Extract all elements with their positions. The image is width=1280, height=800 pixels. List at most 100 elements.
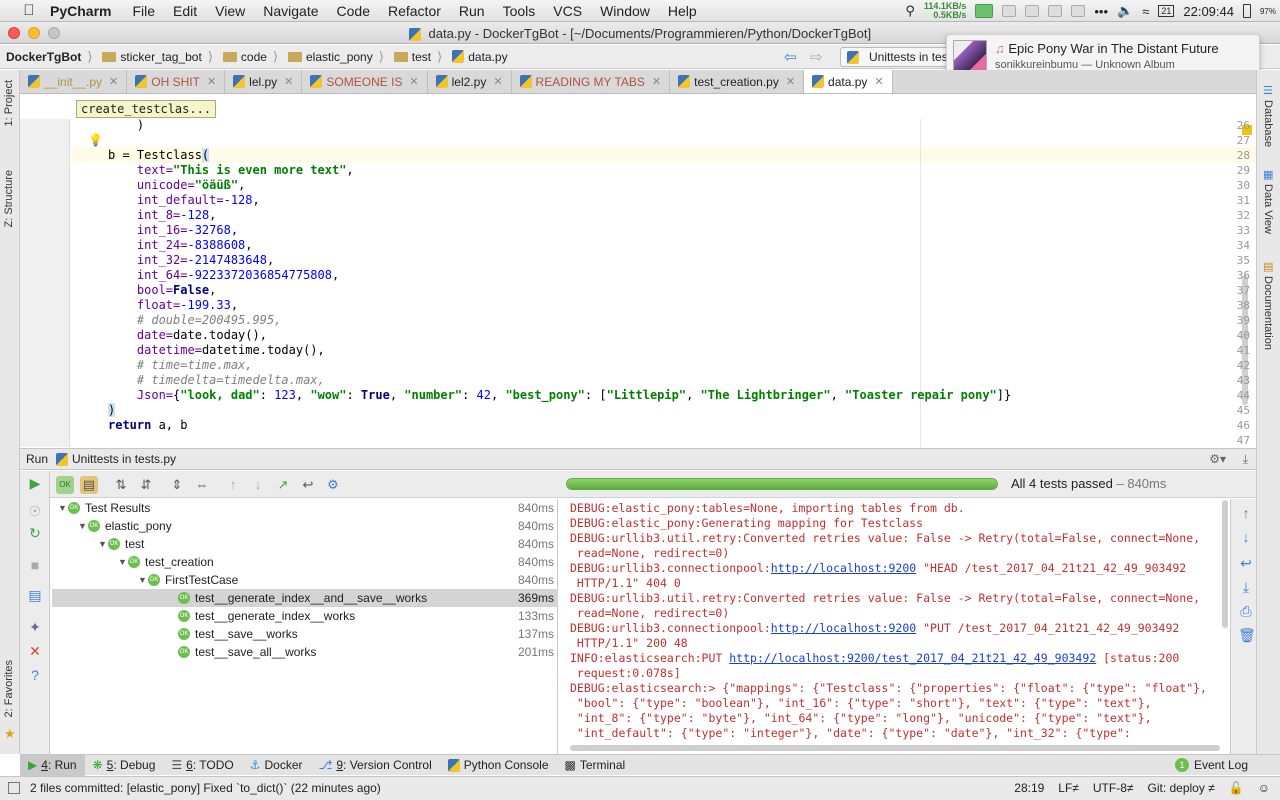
code-breadcrumb-tooltip[interactable]: create_testclas... — [76, 100, 217, 118]
tree-row[interactable]: ▼ OK test_creation 840ms — [52, 553, 558, 571]
tree-row[interactable]: OK test__save__works 137ms — [52, 625, 558, 643]
menu-run[interactable]: Run — [459, 3, 485, 19]
console-horizontal-scrollbar[interactable] — [570, 745, 1220, 751]
apple-icon[interactable]:  — [18, 2, 40, 19]
scroll-to-end-icon[interactable]: ⤓ — [1238, 579, 1254, 595]
clock[interactable]: 22:09:44 — [1183, 4, 1234, 19]
hide-panel-icon[interactable]: ⤓ — [1243, 452, 1248, 467]
tree-row[interactable]: ▼ OK elastic_pony 840ms — [52, 517, 558, 535]
scroll-up-icon[interactable]: ↑ — [1238, 505, 1254, 521]
close-icon[interactable]: ✕ — [786, 75, 795, 88]
spotlight-icon[interactable]: ⚲ — [905, 3, 915, 19]
tab-oh-shit[interactable]: OH SHIT ✕ — [127, 70, 226, 93]
tree-row[interactable]: ▼ OK FirstTestCase 840ms — [52, 571, 558, 589]
sort-alpha-icon[interactable]: ⇅ — [112, 476, 130, 494]
back-arrow-icon[interactable]: ⇦ — [784, 48, 797, 66]
pin-icon[interactable]: ✦ — [27, 619, 43, 635]
git-branch[interactable]: Git: deploy ≠ — [1147, 781, 1214, 795]
show-passed-icon[interactable]: OK — [56, 476, 74, 494]
calendar-icon[interactable]: 21 — [1158, 5, 1175, 17]
close-icon[interactable]: ✕ — [207, 75, 216, 88]
print-icon[interactable]: ⎙ — [1238, 603, 1254, 619]
tab-lel[interactable]: lel.py ✕ — [225, 70, 303, 93]
menu-window[interactable]: Window — [600, 3, 650, 19]
menu-extra-icon[interactable] — [1048, 5, 1063, 17]
menu-tools[interactable]: Tools — [503, 3, 536, 19]
forward-arrow-icon[interactable]: ⇨ — [810, 48, 823, 66]
menu-extra-icon[interactable] — [1025, 5, 1040, 17]
close-icon[interactable]: ✕ — [652, 75, 661, 88]
tree-row[interactable]: ▼ OK Test Results 840ms — [52, 499, 558, 517]
settings-icon[interactable]: ⚙ — [324, 476, 342, 494]
app-menu[interactable]: PyCharm — [50, 3, 111, 19]
tree-row[interactable]: OK test__save_all__works 201ms — [52, 643, 558, 661]
cpu-monitor-icon[interactable] — [975, 4, 994, 18]
tool-data-view[interactable]: Data View — [1262, 184, 1274, 234]
crumb-project[interactable]: DockerTgBot ⟩ — [0, 49, 96, 65]
collapse-all-icon[interactable]: ⇔ — [193, 476, 211, 494]
stop-icon[interactable]: ■ — [27, 557, 43, 573]
tab-lel2[interactable]: lel2.py ✕ — [428, 70, 512, 93]
clear-icon[interactable]: 🗑 — [1238, 627, 1256, 643]
tooltab-version-control[interactable]: ⎇ 9: Version Control — [311, 755, 440, 776]
tooltab-docker[interactable]: ⚓ Docker — [242, 755, 311, 776]
tab-data[interactable]: data.py ✕ — [804, 70, 893, 93]
toggle-tool-windows-icon[interactable] — [8, 782, 20, 794]
tool-documentation[interactable]: Documentation — [1262, 276, 1274, 350]
line-separator[interactable]: LF≠ — [1058, 781, 1079, 795]
status-message[interactable]: 2 files committed: [elastic_pony] Fixed … — [30, 781, 381, 795]
tooltab-todo[interactable]: ☰ 6: TODO — [163, 755, 241, 776]
close-icon[interactable]: ✕ — [874, 75, 883, 88]
close-run-icon[interactable]: ✕ — [27, 643, 43, 659]
toggle-auto-test-icon[interactable]: ↻ — [27, 525, 43, 541]
console-link[interactable]: http://localhost:9200/test_2017_04_21t21… — [729, 651, 1096, 665]
crumb-folder[interactable]: elastic_pony ⟩ — [282, 49, 388, 65]
tooltab-event-log[interactable]: 1 Event Log — [1167, 755, 1256, 776]
tooltab-python-console[interactable]: Python Console — [440, 755, 557, 776]
console-output[interactable]: DEBUG:elastic_pony:tables=None, importin… — [560, 499, 1228, 754]
tool-favorites[interactable]: 2: Favorites — [3, 660, 15, 717]
next-failed-icon[interactable]: ↓ — [249, 476, 267, 494]
help-icon[interactable]: ? — [27, 667, 43, 683]
expand-all-icon[interactable]: ⇕ — [168, 476, 186, 494]
export-icon[interactable]: ↗ — [274, 476, 292, 494]
crumb-folder[interactable]: sticker_tag_bot ⟩ — [96, 49, 216, 65]
code-editor[interactable]: 💡 26 27 28 29 30 31 32 33 34 35 36 37 38… — [20, 95, 1256, 447]
tool-project[interactable]: 1: Project — [3, 80, 15, 126]
more-icon[interactable]: ••• — [1094, 4, 1108, 19]
scroll-down-icon[interactable]: ↓ — [1238, 529, 1254, 545]
menu-vcs[interactable]: VCS — [553, 3, 582, 19]
close-icon[interactable]: ✕ — [109, 75, 118, 88]
tool-structure[interactable]: Z: Structure — [3, 170, 15, 227]
console-vertical-scrollbar[interactable] — [1222, 500, 1228, 628]
crumb-folder[interactable]: test ⟩ — [388, 49, 446, 65]
rerun-icon[interactable]: ▶ — [27, 475, 43, 491]
expand-triangle-icon[interactable]: ▼ — [118, 557, 128, 567]
intention-bulb-icon[interactable]: 💡 — [88, 133, 103, 147]
expand-triangle-icon[interactable]: ▼ — [78, 521, 88, 531]
menu-extra-icon[interactable] — [1071, 5, 1086, 17]
menu-file[interactable]: File — [132, 3, 155, 19]
network-monitor[interactable]: 114.1KB/s 0.5KB/s — [924, 2, 967, 20]
rerun-failed-icon[interactable]: ☉ — [27, 503, 43, 519]
gear-icon[interactable]: ⚙▾ — [1209, 452, 1226, 466]
show-ignored-icon[interactable]: ▤ — [80, 476, 98, 494]
close-icon[interactable]: ✕ — [409, 75, 418, 88]
lock-icon[interactable]: 🔓 — [1229, 781, 1244, 795]
close-icon[interactable]: ✕ — [284, 75, 293, 88]
tab-someone-is[interactable]: SOMEONE IS ✕ — [302, 70, 428, 93]
crumb-folder[interactable]: code ⟩ — [217, 49, 282, 65]
tree-row[interactable]: ▼ OK test 840ms — [52, 535, 558, 553]
sort-duration-icon[interactable]: ⇵ — [137, 476, 155, 494]
console-link[interactable]: http://localhost:9200 — [771, 561, 916, 575]
console-link[interactable]: http://localhost:9200 — [771, 621, 916, 635]
battery-icon[interactable] — [1242, 4, 1251, 18]
expand-triangle-icon[interactable]: ▼ — [98, 539, 108, 549]
import-icon[interactable]: ↩ — [299, 476, 317, 494]
expand-triangle-icon[interactable]: ▼ — [58, 503, 68, 513]
tab-init[interactable]: __init__.py ✕ — [20, 70, 128, 93]
run-config-name[interactable]: Unittests in tests.py — [72, 452, 176, 466]
tooltab-run[interactable]: ▶ 4: Run — [20, 754, 85, 776]
caret-position[interactable]: 28:19 — [1014, 781, 1044, 795]
previous-failed-icon[interactable]: ↑ — [224, 476, 242, 494]
